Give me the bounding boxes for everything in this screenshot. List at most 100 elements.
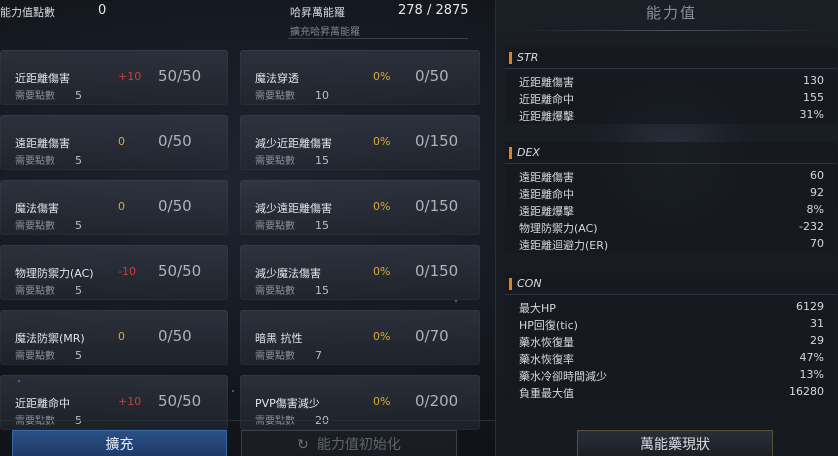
skill-name: 魔法穿透 [255,72,299,85]
skill-bonus: 0% [373,395,391,408]
stat-label: 近距離爆擊 [519,110,574,123]
skill-bonus: 0 [118,135,125,148]
stat-row: HP回復(tic) 31 [505,316,837,333]
stat-value: 6129 [796,300,824,313]
skill-bonus: -10 [118,265,136,278]
stat-row: 近距離爆擊 31% [505,107,837,124]
skill-name: 暗黑 抗性 [255,332,303,345]
skill-card-melee-damage[interactable]: 近距離傷害 +10 50/50 需要點數 5 [0,50,228,105]
req-label: 需要點數 [15,416,55,427]
skill-name: 魔法防禦(MR) [15,332,85,345]
skill-requirement: 需要點數 5 [15,217,82,232]
skill-level: 50/50 [158,392,202,410]
req-label: 需要點數 [15,156,55,167]
stat-label: 最大HP [519,302,556,315]
skill-name: 魔法傷害 [15,202,59,215]
stat-label: 近距離傷害 [519,76,574,89]
elixir-label: 哈昇萬能羅 [290,6,345,19]
skill-bonus: 0 [118,330,125,343]
stat-value: 16280 [789,385,824,398]
skill-level: 0/150 [415,132,459,150]
skill-card-physical-defense[interactable]: 物理防禦力(AC) -10 50/50 需要點數 5 [0,245,228,300]
divider [0,420,495,421]
stat-row: 近距離命中 155 [505,90,837,107]
stats-panel: 能力值 STR 近距離傷害 130 近距離命中 155 近距離爆擊 31% DEX 遠… [495,0,838,456]
stat-label: 藥水恢復率 [519,353,574,366]
req-label: 需要點數 [15,351,55,362]
sparkle-decoration [18,380,20,382]
skill-level: 0/150 [415,262,459,280]
skill-requirement: 需要點數 5 [15,347,82,362]
str-header: STR [505,47,837,69]
skill-level: 0/50 [415,67,449,85]
skill-requirement: 需要點數 5 [15,152,82,167]
stat-row: 最大HP 6129 [505,299,837,316]
sparkle-decoration [455,300,457,302]
skill-level: 50/50 [158,67,202,85]
req-label: 需要點數 [15,286,55,297]
stat-label: 藥水恢復量 [519,336,574,349]
skill-name: 減少魔法傷害 [255,267,321,280]
stat-row: 藥水恢復率 47% [505,350,837,367]
ability-points-label: 能力值點數 [0,6,55,19]
stat-value: -232 [799,220,824,233]
req-value: 10 [315,89,329,102]
skill-name: 物理防禦力(AC) [15,267,94,280]
reset-stats-button[interactable]: ↻ 能力值初始化 [241,430,457,456]
top-bar: 能力值點數 0 哈昇萬能羅 278 / 2875 擴充哈昇萬能羅 [0,0,495,42]
stat-value: 130 [803,74,824,87]
stat-label: 負重最大值 [519,387,574,400]
skill-bonus: 0% [373,265,391,278]
skill-card-dark-resist[interactable]: 暗黑 抗性 0% 0/70 需要點數 7 [240,310,480,365]
expand-button[interactable]: 擴充 [12,430,227,456]
stat-label: 遠距離爆擊 [519,205,574,218]
skill-card-melee-damage-reduction[interactable]: 減少近距離傷害 0% 0/150 需要點數 15 [240,115,480,170]
dex-header: DEX [505,142,837,164]
ability-points-value: 0 [98,3,107,18]
skill-requirement: 需要點數 5 [15,282,82,297]
stat-label: 遠距離命中 [519,188,574,201]
stat-row: 遠距離迴避力(ER) 70 [505,236,837,253]
skill-level: 50/50 [158,262,202,280]
req-value: 15 [315,154,329,167]
skill-card-magic-penetration[interactable]: 魔法穿透 0% 0/50 需要點數 10 [240,50,480,105]
skill-card-ranged-damage-reduction[interactable]: 減少遠距離傷害 0% 0/150 需要點數 15 [240,180,480,235]
req-label: 需要點數 [255,91,295,102]
stat-value: 29 [810,334,824,347]
skill-card-pvp-damage-reduction[interactable]: PVP傷害減少 0% 0/200 需要點數 20 [240,375,480,430]
stat-label: 近距離命中 [519,93,574,106]
skill-level: 0/50 [158,132,192,150]
panel-title: 能力值 [646,4,698,22]
skill-bonus: 0% [373,135,391,148]
skill-card-magic-resist[interactable]: 魔法防禦(MR) 0 0/50 需要點數 5 [0,310,228,365]
req-value: 5 [75,349,82,362]
stat-row: 負重最大值 16280 [505,384,837,401]
skill-card-melee-hit[interactable]: 近距離命中 +10 50/50 需要點數5 [0,375,228,430]
stat-row: 近距離傷害 130 [505,73,837,90]
req-value: 15 [315,284,329,297]
stat-value: 8% [806,203,824,216]
stat-value: 13% [799,368,824,381]
req-label: 需要點數 [15,91,55,102]
elixir-status-button[interactable]: 萬能藥現狀 [577,430,773,456]
skill-level: 0/200 [415,392,459,410]
refresh-icon: ↻ [297,437,309,453]
skill-bonus: 0% [373,70,391,83]
skill-name: 近距離命中 [15,397,70,410]
req-label: 需要點數 [255,221,295,232]
stat-value: 155 [803,91,824,104]
dex-section: DEX 遠距離傷害 60 遠距離命中 92 遠距離爆擊 8% 物理防禦力(AC) -23… [505,142,837,253]
skill-name: 遠距離傷害 [15,137,70,150]
expand-elixir-link[interactable]: 擴充哈昇萬能羅 [290,23,360,38]
stat-row: 遠距離命中 92 [505,185,837,202]
stats-screen: 能力值點數 0 哈昇萬能羅 278 / 2875 擴充哈昇萬能羅 近距離傷害 +… [0,0,838,456]
skill-bonus: 0% [373,330,391,343]
divider [288,38,468,39]
skill-name: PVP傷害減少 [255,397,320,410]
skill-bonus: 0 [118,200,125,213]
skill-card-ranged-damage[interactable]: 遠距離傷害 0 0/50 需要點數 5 [0,115,228,170]
skill-card-magic-damage-reduction[interactable]: 減少魔法傷害 0% 0/150 需要點數 15 [240,245,480,300]
stat-row: 藥水冷卻時間減少 13% [505,367,837,384]
skill-card-magic-damage[interactable]: 魔法傷害 0 0/50 需要點數 5 [0,180,228,235]
skill-bonus: +10 [118,70,142,83]
